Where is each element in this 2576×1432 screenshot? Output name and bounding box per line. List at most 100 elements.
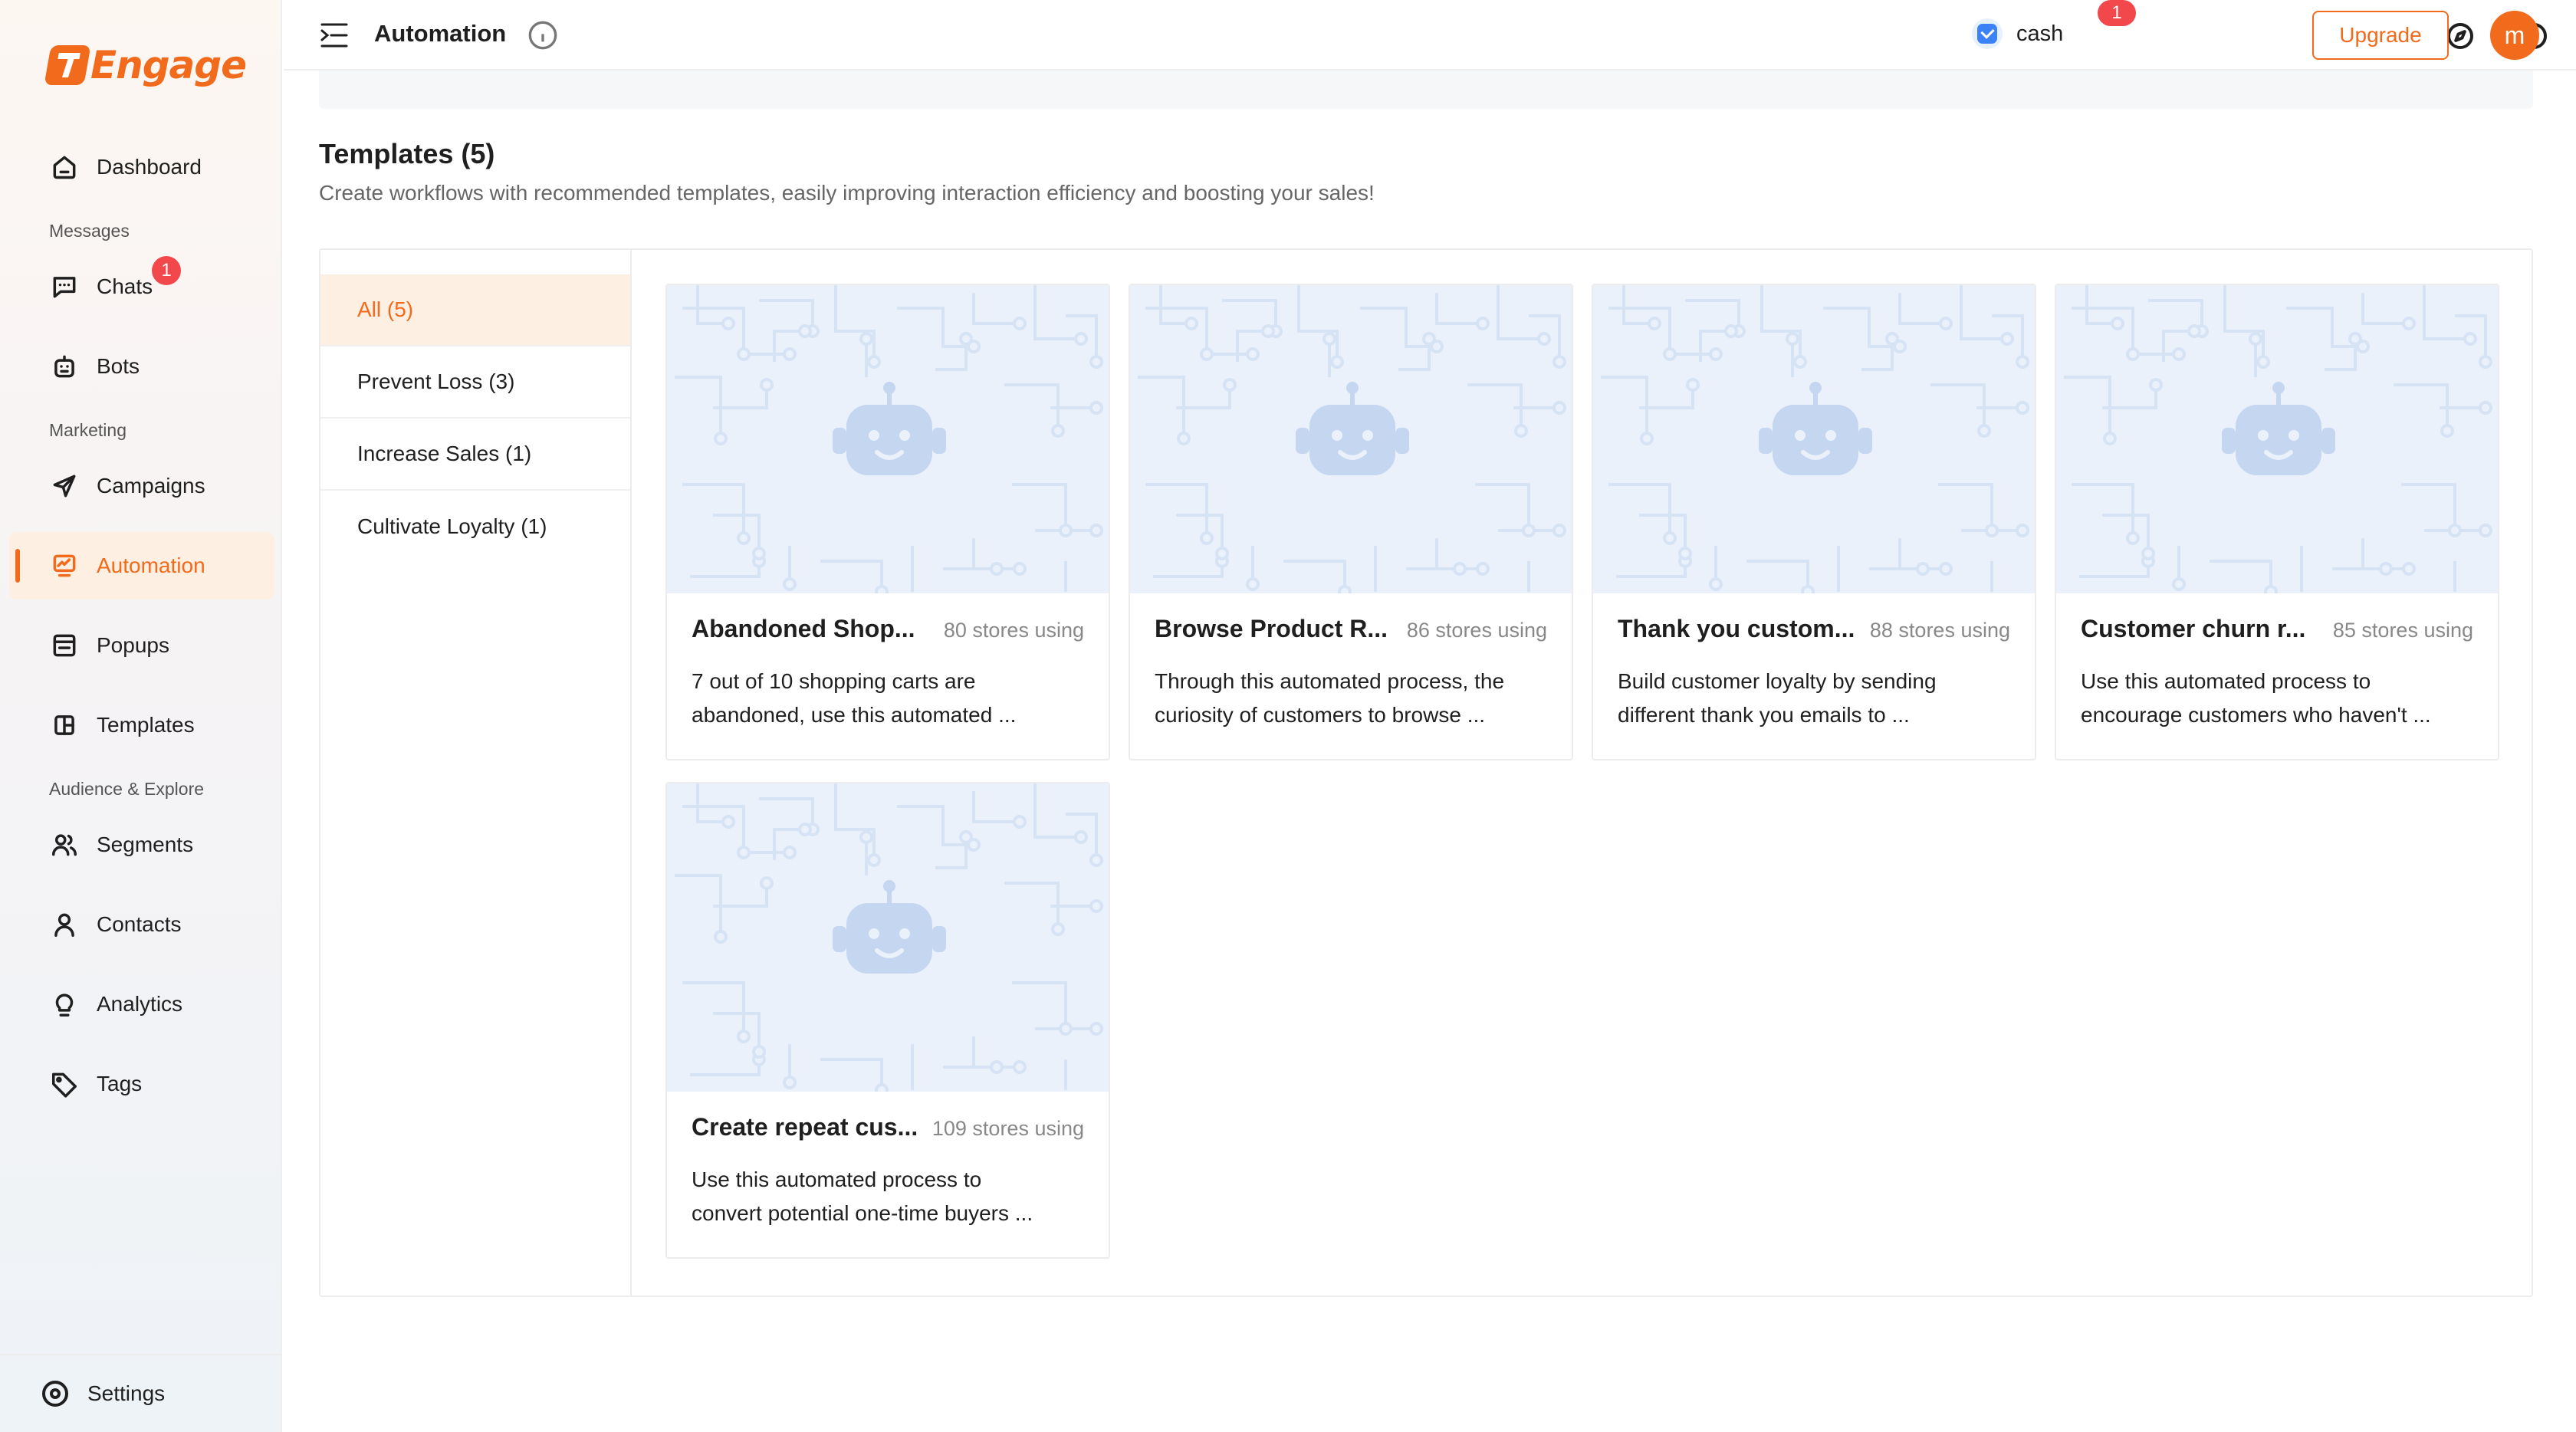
template-description-line: different thank you emails to ... (1618, 703, 1910, 727)
template-card[interactable]: Browse Product R... 86 stores using Thro… (1129, 284, 1573, 760)
sidebar-item-label: Automation (97, 553, 205, 577)
chats-unread-badge: 1 (152, 256, 181, 285)
template-card[interactable]: Create repeat cus... 109 stores using Us… (665, 782, 1110, 1259)
chat-icon (49, 271, 80, 302)
sidebar-item-label: Chats (97, 274, 153, 298)
home-icon (49, 152, 80, 182)
category-cultivate-loyalty[interactable]: Cultivate Loyalty (1) (320, 491, 630, 563)
template-description-line: encourage customers who haven't ... (2081, 703, 2431, 727)
sidebar-item-segments[interactable]: Segments (9, 811, 274, 879)
send-icon (49, 471, 80, 501)
sidebar-item-label: Analytics (97, 992, 183, 1016)
template-usage-count: 109 stores using (932, 1117, 1084, 1140)
compass-icon[interactable] (2444, 20, 2476, 52)
sidebar-item-label: Templates (97, 713, 195, 737)
user-avatar[interactable]: m (2490, 11, 2539, 60)
top-header: Automation cash Upgrade m (284, 0, 2576, 71)
template-usage-count: 80 stores using (943, 619, 1084, 642)
section-label-audience: Audience & Explore (49, 779, 205, 799)
template-usage-count: 88 stores using (1869, 619, 2010, 642)
template-thumbnail (1593, 285, 2035, 593)
template-description-line: Build customer loyalty by sending (1618, 669, 1937, 693)
brand-logo[interactable]: Engage (44, 43, 247, 87)
sidebar-item-contacts[interactable]: Contacts (9, 891, 274, 958)
template-thumbnail (667, 783, 1109, 1092)
sidebar-item-tags[interactable]: Tags (9, 1050, 274, 1118)
sidebar-item-bots[interactable]: Bots (9, 333, 274, 400)
sidebar-item-label: Bots (97, 354, 140, 378)
store-switcher[interactable]: cash (1972, 18, 2063, 49)
sidebar-item-analytics[interactable]: Analytics (9, 971, 274, 1038)
info-icon[interactable] (527, 20, 558, 54)
sidebar-item-label: Campaigns (97, 474, 205, 498)
template-title: Abandoned Shop... (692, 615, 915, 642)
circuit-bot-icon (2064, 285, 2492, 593)
template-description-line: Use this automated process to (692, 1168, 982, 1191)
template-description-line: convert potential one-time buyers ... (692, 1201, 1033, 1225)
template-description-line: Use this automated process to (2081, 669, 2371, 693)
popup-icon (49, 630, 80, 661)
template-title: Create repeat cus... (692, 1113, 918, 1141)
template-thumbnail (2056, 285, 2498, 593)
sidebar-item-label: Popups (97, 633, 169, 657)
sidebar: Engage Dashboard Messages Chats 1 Bots M… (0, 0, 282, 1432)
bulb-icon (49, 989, 80, 1020)
templates-subtitle: Create workflows with recommended templa… (319, 181, 1375, 205)
template-description: Build customer loyalty by sending differ… (1618, 665, 2010, 732)
top-strip (319, 71, 2533, 109)
template-description-line: Through this automated process, the (1155, 669, 1505, 693)
sidebar-item-label: Contacts (97, 912, 182, 936)
segments-icon (49, 829, 80, 860)
menu-collapse-icon[interactable] (319, 21, 350, 53)
template-title: Thank you custom... (1618, 615, 1855, 642)
sidebar-item-label: Segments (97, 833, 194, 856)
settings-label: Settings (87, 1381, 166, 1405)
bot-icon (49, 351, 80, 382)
logo-icon (44, 45, 91, 85)
template-description-line: 7 out of 10 shopping carts are (692, 669, 976, 693)
store-name: cash (2016, 21, 2064, 46)
category-prevent-loss[interactable]: Prevent Loss (3) (320, 347, 630, 419)
templates-panel: All (5) Prevent Loss (3) Increase Sales … (319, 248, 2533, 1297)
template-title: Customer churn r... (2081, 615, 2306, 642)
section-label-marketing: Marketing (49, 420, 127, 440)
sidebar-item-campaigns[interactable]: Campaigns (9, 452, 274, 520)
category-all[interactable]: All (5) (320, 274, 630, 347)
template-description-line: abandoned, use this automated ... (692, 703, 1017, 727)
circuit-bot-icon (1601, 285, 2029, 593)
notification-badge: 1 (2098, 0, 2136, 26)
template-title: Browse Product R... (1155, 615, 1388, 642)
sidebar-item-settings[interactable]: Settings (0, 1354, 282, 1432)
template-card[interactable]: Abandoned Shop... 80 stores using 7 out … (665, 284, 1110, 760)
template-usage-count: 86 stores using (1406, 619, 1547, 642)
circuit-bot-icon (1138, 285, 1566, 593)
templates-title: Templates (5) (319, 138, 495, 169)
sidebar-item-popups[interactable]: Popups (9, 612, 274, 679)
category-list: All (5) Prevent Loss (3) Increase Sales … (320, 250, 632, 1296)
template-description: 7 out of 10 shopping carts are abandoned… (692, 665, 1084, 732)
templates-icon (49, 710, 80, 741)
automation-icon (49, 550, 80, 581)
tag-icon (49, 1069, 80, 1099)
sidebar-item-label: Tags (97, 1072, 143, 1095)
sidebar-item-automation[interactable]: Automation (9, 532, 274, 599)
circuit-bot-icon (675, 783, 1103, 1092)
store-check-icon (1972, 18, 2003, 49)
template-description: Use this automated process to encourage … (2081, 665, 2473, 732)
sidebar-item-chats[interactable]: Chats (9, 253, 274, 320)
settings-icon (42, 1381, 68, 1407)
template-card[interactable]: Thank you custom... 88 stores using Buil… (1592, 284, 2036, 760)
template-description: Through this automated process, the curi… (1155, 665, 1547, 732)
contact-icon (49, 909, 80, 940)
template-card[interactable]: Customer churn r... 85 stores using Use … (2055, 284, 2499, 760)
section-label-messages: Messages (49, 221, 130, 241)
sidebar-item-templates[interactable]: Templates (9, 691, 274, 759)
circuit-bot-icon (675, 285, 1103, 593)
template-usage-count: 85 stores using (2332, 619, 2473, 642)
category-increase-sales[interactable]: Increase Sales (1) (320, 419, 630, 491)
page-title: Automation (374, 20, 507, 47)
sidebar-item-dashboard[interactable]: Dashboard (9, 133, 274, 201)
upgrade-button[interactable]: Upgrade (2312, 11, 2449, 60)
template-thumbnail (1130, 285, 1572, 593)
brand-name: Engage (90, 43, 247, 87)
